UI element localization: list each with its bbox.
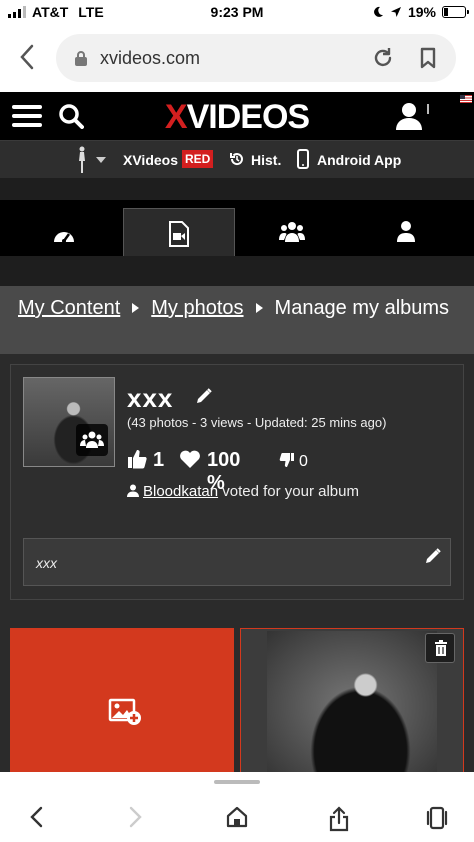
breadcrumb-current: Manage my albums	[274, 297, 450, 319]
forward-icon[interactable]	[126, 806, 144, 828]
account-tabs	[0, 200, 474, 258]
chevron-down-icon[interactable]	[96, 157, 106, 163]
tab-friends[interactable]	[235, 200, 353, 256]
voter-link[interactable]: Bloodkatan	[143, 483, 218, 500]
edit-icon[interactable]	[424, 547, 442, 565]
divider	[427, 104, 429, 114]
voted-text: voted for your album	[222, 483, 359, 500]
album-description[interactable]: xxx	[23, 538, 451, 586]
share-icon[interactable]	[328, 806, 350, 832]
group-icon	[76, 424, 108, 456]
chevron-right-icon	[255, 302, 263, 313]
history-link[interactable]: Hist.	[251, 152, 281, 168]
tab-profile[interactable]	[353, 200, 474, 256]
trash-icon	[435, 640, 447, 656]
back-icon[interactable]	[28, 806, 46, 828]
android-app-link[interactable]: Android App	[317, 152, 401, 168]
add-photo-tile[interactable]	[10, 628, 234, 778]
reload-icon[interactable]	[371, 46, 395, 70]
silhouette-icon[interactable]	[74, 146, 90, 174]
album-title: xxx	[127, 383, 174, 413]
history-icon[interactable]	[229, 151, 245, 167]
phone-icon[interactable]	[297, 149, 309, 169]
us-flag-icon[interactable]	[460, 95, 472, 103]
dashboard-icon	[54, 232, 74, 243]
lock-icon	[75, 51, 87, 66]
xvideos-red-link[interactable]: XVideos	[123, 152, 178, 168]
add-image-icon	[108, 698, 141, 725]
drag-handle[interactable]	[214, 780, 260, 784]
browser-url-bar: xvideos.com	[0, 26, 474, 92]
video-file-icon	[169, 221, 189, 247]
bookmark-icon[interactable]	[416, 46, 440, 70]
battery-icon	[442, 6, 469, 18]
likes-count: 1	[153, 449, 165, 471]
address-field[interactable]: xvideos.com	[56, 34, 456, 82]
url-text: xvideos.com	[100, 48, 201, 68]
photo-image	[267, 631, 437, 777]
group-icon	[279, 222, 305, 242]
vote-notice: Bloodkatan voted for your album	[127, 483, 359, 500]
moon-icon	[374, 6, 383, 17]
site-header: XVIDEOS	[0, 92, 474, 140]
tab-content[interactable]	[123, 208, 235, 258]
tabs-icon[interactable]	[426, 806, 448, 830]
breadcrumb: My Content My photos Manage my albums	[0, 286, 474, 354]
chevron-right-icon	[132, 302, 140, 313]
home-icon[interactable]	[226, 806, 248, 828]
user-icon	[127, 484, 139, 497]
dislikes-count: 0	[299, 453, 308, 470]
breadcrumb-my-content[interactable]: My Content	[18, 297, 120, 319]
location-icon	[390, 7, 401, 17]
back-chevron-icon[interactable]	[14, 42, 42, 72]
thumbs-up-icon[interactable]	[127, 449, 147, 469]
browser-toolbar	[0, 772, 474, 842]
tab-dashboard[interactable]	[0, 200, 123, 256]
photo-tile[interactable]	[240, 628, 464, 778]
album-meta: (43 photos - 3 views - Updated: 25 mins …	[127, 415, 387, 430]
user-icon[interactable]	[394, 101, 424, 131]
description-text: xxx	[36, 555, 57, 571]
profile-icon	[397, 221, 415, 242]
edit-icon[interactable]	[195, 387, 213, 405]
red-badge[interactable]: RED	[182, 150, 214, 168]
thumbs-down-icon[interactable]	[279, 452, 295, 468]
spacer	[0, 178, 474, 200]
spacer	[0, 256, 474, 286]
album-card: xxx (43 photos - 3 views - Updated: 25 m…	[10, 364, 464, 600]
status-bar: AT&T LTE 9:23 PM 19%	[0, 0, 474, 26]
battery-percent: 19%	[407, 4, 436, 20]
sub-navigation: XVideos RED Hist. Android App	[0, 140, 474, 178]
delete-button[interactable]	[425, 633, 455, 663]
album-thumbnail[interactable]	[23, 377, 115, 467]
heart-icon	[180, 450, 200, 468]
breadcrumb-my-photos[interactable]: My photos	[151, 297, 243, 319]
